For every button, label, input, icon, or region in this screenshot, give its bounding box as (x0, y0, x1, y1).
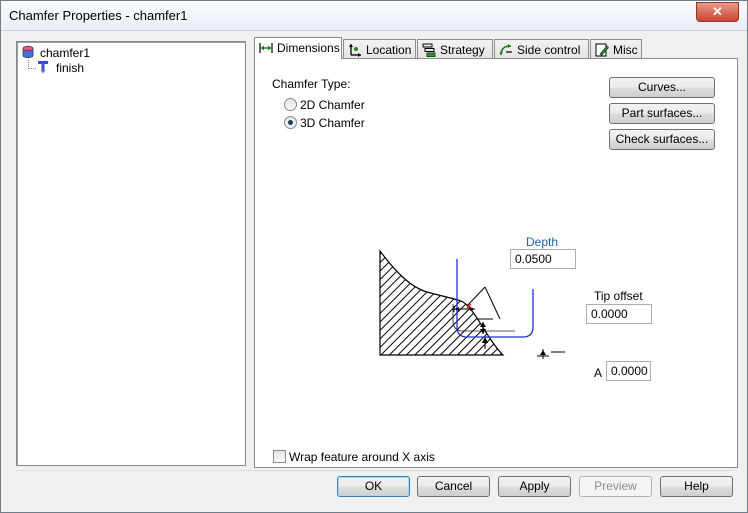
depth-label: Depth (526, 235, 559, 249)
window-title: Chamfer Properties - chamfer1 (9, 8, 188, 23)
tree-item-label: chamfer1 (40, 46, 91, 60)
angle-field[interactable]: 0.0000 (606, 361, 651, 381)
strategy-icon (422, 43, 436, 57)
tab-label: Location (366, 43, 412, 57)
chamfer-diagram (379, 249, 565, 359)
side-control-icon (499, 44, 512, 56)
tip-offset-field[interactable]: 0.0000 (586, 304, 652, 324)
tab-location[interactable]: Location (343, 39, 416, 60)
tab-misc[interactable]: Misc (590, 39, 642, 60)
radio-2d-chamfer-label[interactable]: 2D Chamfer (300, 98, 365, 112)
tip-offset-label: Tip offset (594, 289, 643, 303)
tab-label: Side control (517, 43, 581, 57)
curves-button[interactable]: Curves... (609, 77, 715, 98)
help-button[interactable]: Help (660, 476, 733, 497)
tree-item-finish[interactable]: finish (37, 60, 84, 76)
misc-icon (595, 43, 609, 57)
tab-strategy[interactable]: Strategy (417, 39, 493, 60)
tree-item-chamfer1[interactable]: chamfer1 (21, 45, 90, 61)
close-button[interactable]: ✕ (696, 2, 739, 22)
cylinder-feature-icon (22, 45, 34, 59)
tree-item-label: finish (56, 61, 85, 75)
chamfer-properties-dialog: Chamfer Properties - chamfer1 ✕ chamfer1… (0, 0, 748, 513)
chamfer-tool-icon (38, 61, 48, 74)
footer-separator (16, 470, 734, 471)
feature-tree[interactable]: chamfer1 finish (16, 41, 246, 466)
angle-label: A (594, 366, 603, 380)
tab-label: Dimensions (277, 41, 340, 55)
radio-3d-chamfer[interactable] (284, 116, 297, 129)
preview-button[interactable]: Preview (579, 476, 652, 497)
chamfer-type-label: Chamfer Type: (272, 77, 351, 91)
tree-connector (28, 68, 36, 69)
wrap-feature-checkbox[interactable] (273, 450, 286, 463)
tab-label: Misc (613, 43, 638, 57)
title-bar[interactable]: Chamfer Properties - chamfer1 ✕ (1, 1, 747, 31)
tab-label: Strategy (440, 43, 485, 57)
radio-3d-chamfer-label[interactable]: 3D Chamfer (300, 116, 365, 130)
cancel-button[interactable]: Cancel (417, 476, 490, 497)
dimensions-icon (259, 43, 273, 53)
ok-button[interactable]: OK (337, 476, 410, 497)
check-surfaces-button[interactable]: Check surfaces... (609, 129, 715, 150)
location-icon (349, 44, 361, 57)
apply-button[interactable]: Apply (498, 476, 571, 497)
dimensions-panel: Chamfer Type: 2D Chamfer 3D Chamfer Curv… (254, 58, 738, 468)
tab-dimensions[interactable]: Dimensions (254, 37, 342, 59)
part-surfaces-button[interactable]: Part surfaces... (609, 103, 715, 124)
radio-2d-chamfer[interactable] (284, 98, 297, 111)
tab-side-control[interactable]: Side control (494, 39, 589, 60)
wrap-feature-label[interactable]: Wrap feature around X axis (289, 450, 435, 464)
dialog-client-area: chamfer1 finish Dimensions Location Stra… (8, 32, 741, 507)
depth-field[interactable]: 0.0500 (510, 249, 576, 269)
